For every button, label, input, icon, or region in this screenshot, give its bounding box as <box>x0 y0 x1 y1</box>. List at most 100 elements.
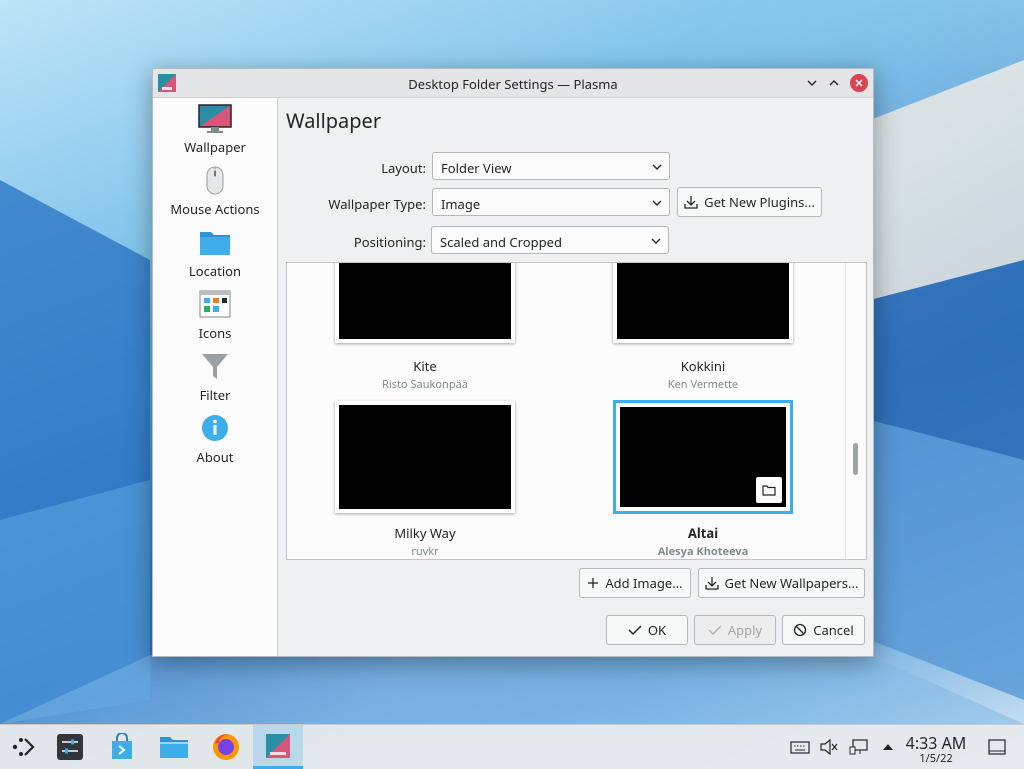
sidebar-item-label: Mouse Actions <box>170 200 260 218</box>
add-image-label: Add Image... <box>605 574 683 592</box>
network-wired-icon <box>849 739 868 755</box>
task-file-manager[interactable] <box>150 725 198 769</box>
layout-label: Layout: <box>381 159 426 177</box>
wallpaper-thumbnail-kite[interactable] <box>335 263 515 343</box>
wallpaper-gallery[interactable]: Kite Risto Saukonpää Kokkini Ken Vermett… <box>286 262 867 560</box>
sidebar-item-filter[interactable]: Filter <box>153 350 277 404</box>
wallpaper-icon <box>198 104 232 133</box>
folder-icon <box>160 737 188 758</box>
checkmark-icon <box>628 625 642 636</box>
settings-window: Desktop Folder Settings — Plasma Wallpap… <box>152 68 874 657</box>
page-title: Wallpaper <box>286 107 382 134</box>
ok-label: OK <box>647 621 667 639</box>
add-image-button[interactable]: Add Image... <box>579 568 691 598</box>
window-title: Desktop Folder Settings — Plasma <box>408 75 618 93</box>
sidebar-item-label: Filter <box>199 386 231 404</box>
keyboard-icon <box>790 741 810 754</box>
layout-value: Folder View <box>441 159 512 177</box>
chevron-up-icon <box>829 80 839 86</box>
wallpaper-type-value: Image <box>441 195 481 213</box>
open-folder-button[interactable] <box>756 477 782 503</box>
cancel-icon <box>794 623 807 637</box>
settings-sliders-icon <box>57 734 83 760</box>
plasma-app-icon <box>266 733 290 758</box>
taskbar: 4:33 AM 1/5/22 <box>0 724 1024 769</box>
sidebar-item-label: Icons <box>198 324 232 342</box>
thumbnail-image <box>617 263 789 339</box>
gallery-scrollbar[interactable] <box>845 263 866 559</box>
wallpaper-thumbnail-kokkini[interactable] <box>613 263 793 343</box>
firefox-icon <box>213 734 239 760</box>
funnel-icon <box>202 354 228 379</box>
sidebar-item-wallpaper[interactable]: Wallpaper <box>153 102 277 156</box>
thumbnail-image <box>339 263 511 339</box>
info-icon <box>202 415 228 441</box>
task-desktop-settings[interactable] <box>253 725 303 769</box>
launcher-icon <box>12 738 35 756</box>
folder-icon <box>200 232 230 255</box>
volume-muted-icon <box>820 738 838 756</box>
wallpaper-author: Alesya Khoteeva <box>657 544 749 559</box>
wallpaper-name: Milky Way <box>394 524 456 542</box>
show-desktop-button[interactable] <box>986 737 1008 757</box>
clock-date[interactable]: 1/5/22 <box>896 751 976 766</box>
virtual-keyboard-button[interactable] <box>789 737 811 757</box>
wallpaper-name: Kokkini <box>680 357 726 375</box>
task-discover[interactable] <box>98 725 146 769</box>
sidebar-item-label: Location <box>188 262 242 280</box>
wallpaper-thumbnail-altai[interactable] <box>613 400 793 514</box>
cancel-label: Cancel <box>813 621 854 639</box>
get-new-wallpapers-button[interactable]: Get New Wallpapers... <box>698 568 865 598</box>
sidebar-item-location[interactable]: Location <box>153 226 277 280</box>
get-new-plugins-label: Get New Plugins... <box>704 193 815 211</box>
chevron-down-icon <box>652 164 662 170</box>
application-launcher-button[interactable] <box>0 725 48 769</box>
scrollbar-handle[interactable] <box>853 443 858 475</box>
wallpaper-thumbnail-milky-way[interactable] <box>335 401 515 513</box>
shopping-bag-icon <box>112 733 132 759</box>
chevron-down-icon <box>651 238 661 244</box>
sidebar-item-mouse-actions[interactable]: Mouse Actions <box>153 164 277 218</box>
volume-button[interactable] <box>818 737 840 757</box>
title-bar[interactable]: Desktop Folder Settings — Plasma <box>153 69 873 98</box>
folder-open-icon <box>762 485 776 496</box>
download-icon <box>684 196 698 209</box>
apply-label: Apply <box>727 621 763 639</box>
wallpaper-name: Kite <box>413 357 437 375</box>
arrow-up-icon <box>883 744 893 750</box>
sidebar: Wallpaper Mouse Actions Location Icons F… <box>153 98 278 656</box>
wallpaper-type-label: Wallpaper Type: <box>328 195 426 213</box>
get-new-plugins-button[interactable]: Get New Plugins... <box>677 187 822 217</box>
cancel-button[interactable]: Cancel <box>782 615 865 645</box>
content-area: Wallpaper Layout: Folder View Wallpaper … <box>278 98 873 656</box>
download-icon <box>704 577 719 590</box>
layout-combo[interactable]: Folder View <box>432 152 670 180</box>
task-system-settings[interactable] <box>46 725 94 769</box>
close-icon <box>855 79 863 87</box>
maximize-button[interactable] <box>824 73 844 93</box>
positioning-value: Scaled and Cropped <box>440 233 562 251</box>
sidebar-item-label: About <box>196 448 234 466</box>
mouse-icon <box>206 166 224 195</box>
wallpaper-author: Ken Vermette <box>667 377 739 392</box>
apply-button[interactable]: Apply <box>694 615 776 645</box>
wallpaper-name: Altai <box>687 524 719 542</box>
positioning-combo[interactable]: Scaled and Cropped <box>431 226 669 254</box>
thumbnail-image <box>339 405 511 509</box>
chevron-down-icon <box>652 200 662 206</box>
sidebar-item-label: Wallpaper <box>184 138 246 156</box>
icons-grid-icon <box>199 290 231 318</box>
wallpaper-type-combo[interactable]: Image <box>432 188 670 216</box>
show-desktop-icon <box>988 739 1006 755</box>
sidebar-item-about[interactable]: About <box>153 412 277 466</box>
ok-button[interactable]: OK <box>606 615 688 645</box>
wallpaper-author: Risto Saukonpää <box>382 377 468 392</box>
network-button[interactable] <box>848 737 870 757</box>
sidebar-item-icons[interactable]: Icons <box>153 288 277 342</box>
task-firefox[interactable] <box>202 725 250 769</box>
close-button[interactable] <box>850 74 868 92</box>
wallpaper-author: ruvkr <box>411 544 439 559</box>
plus-icon <box>588 578 599 588</box>
checkmark-icon <box>708 625 722 636</box>
minimize-button[interactable] <box>802 73 822 93</box>
